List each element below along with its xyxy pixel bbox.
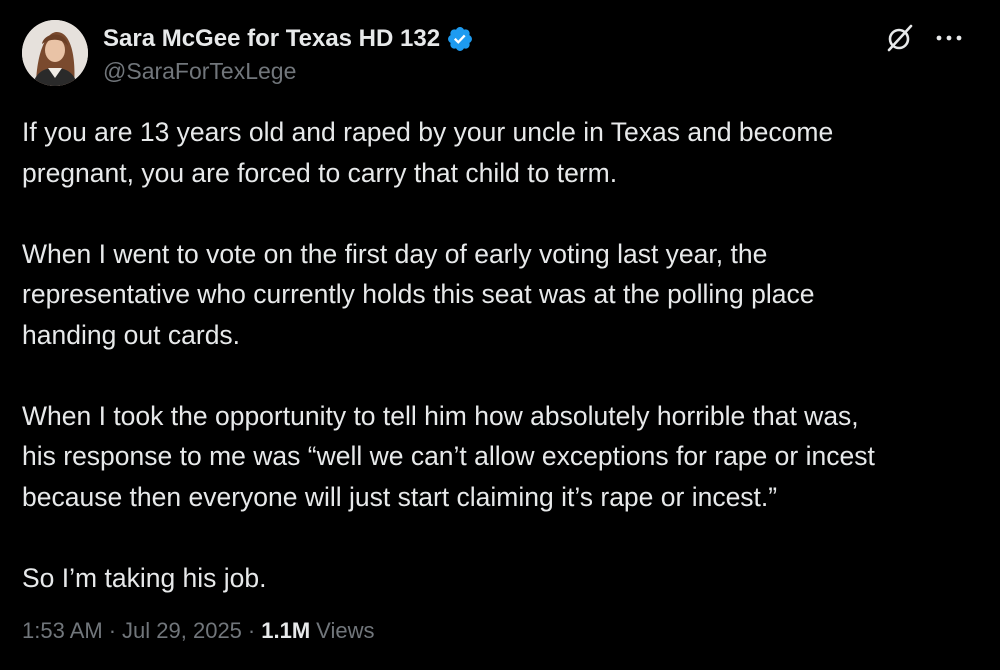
avatar-image bbox=[22, 20, 88, 86]
tweet-paragraph: If you are 13 years old and raped by you… bbox=[22, 117, 834, 188]
avatar[interactable] bbox=[22, 20, 88, 86]
tweet-paragraph: So I’m taking his job. bbox=[22, 562, 267, 593]
meta-separator: · bbox=[108, 618, 117, 643]
tweet-meta: 1:53 AM · Jul 29, 2025 · 1.1M Views bbox=[22, 618, 374, 644]
verified-badge-icon bbox=[446, 25, 474, 53]
tweet-date[interactable]: Jul 29, 2025 bbox=[122, 618, 242, 644]
tweet-time[interactable]: 1:53 AM bbox=[22, 618, 103, 644]
meta-separator: · bbox=[247, 618, 256, 643]
tweet: Sara McGee for Texas HD 132 @SaraForTexL… bbox=[0, 0, 1000, 670]
more-horizontal-icon[interactable] bbox=[933, 24, 965, 52]
tweet-paragraph: When I went to vote on the first day of … bbox=[22, 238, 815, 350]
views-label: Views bbox=[316, 618, 375, 643]
grok-icon[interactable] bbox=[884, 22, 916, 54]
author-name[interactable]: Sara McGee for Texas HD 132 bbox=[103, 25, 440, 53]
tweet-paragraph: When I took the opportunity to tell him … bbox=[22, 400, 875, 512]
author-name-row[interactable]: Sara McGee for Texas HD 132 bbox=[103, 21, 474, 57]
views-count[interactable]: 1.1M bbox=[261, 618, 310, 644]
author-handle[interactable]: @SaraForTexLege bbox=[103, 58, 296, 85]
tweet-text: If you are 13 years old and raped by you… bbox=[22, 112, 982, 598]
